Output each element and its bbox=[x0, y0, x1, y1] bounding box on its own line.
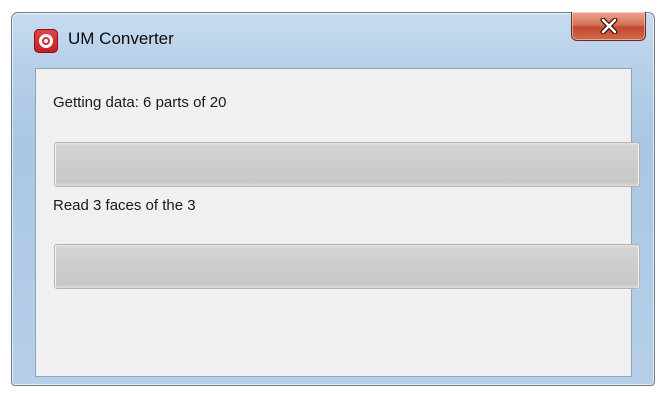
title-bar[interactable]: UM Converter bbox=[12, 12, 654, 65]
progress2-label: Read 3 faces of the 3 bbox=[53, 197, 196, 214]
close-button[interactable] bbox=[571, 12, 646, 41]
progress1-label: Getting data: 6 parts of 20 bbox=[53, 94, 227, 111]
converter-window: UM Converter Getting data: 6 parts of 20… bbox=[11, 12, 655, 386]
close-icon bbox=[600, 18, 618, 34]
progress1-bar bbox=[54, 142, 640, 187]
progress2-bar bbox=[54, 244, 640, 289]
window-title: UM Converter bbox=[68, 29, 174, 48]
dialog-content: Getting data: 6 parts of 20 Read 3 faces… bbox=[35, 68, 640, 377]
app-logo-icon bbox=[34, 29, 58, 53]
